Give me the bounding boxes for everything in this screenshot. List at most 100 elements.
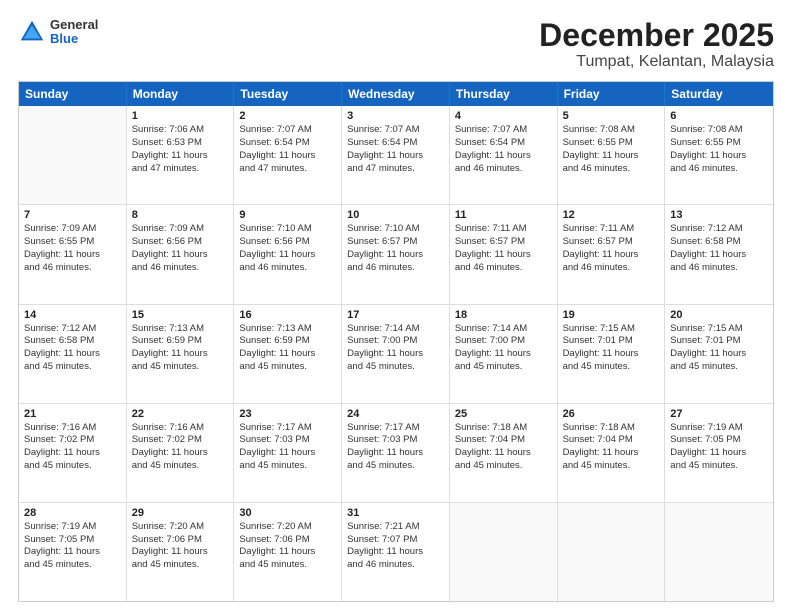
cell-line: Sunrise: 7:11 AM: [455, 223, 552, 236]
cell-line: and 46 minutes.: [563, 262, 660, 275]
header-saturday: Saturday: [665, 82, 773, 106]
cell-line: Sunrise: 7:06 AM: [132, 124, 229, 137]
cell-line: and 45 minutes.: [239, 361, 336, 374]
cell-line: Sunrise: 7:13 AM: [132, 323, 229, 336]
cell-w2-d3: 10Sunrise: 7:10 AMSunset: 6:57 PMDayligh…: [342, 205, 450, 303]
cell-line: Sunrise: 7:15 AM: [670, 323, 768, 336]
cell-w4-d6: 27Sunrise: 7:19 AMSunset: 7:05 PMDayligh…: [665, 404, 773, 502]
cell-line: Sunset: 6:57 PM: [455, 236, 552, 249]
cell-line: Sunset: 6:53 PM: [132, 137, 229, 150]
cell-line: Daylight: 11 hours: [347, 546, 444, 559]
cell-line: and 46 minutes.: [670, 262, 768, 275]
cell-line: Sunset: 6:55 PM: [563, 137, 660, 150]
cell-line: Sunrise: 7:15 AM: [563, 323, 660, 336]
cell-w3-d1: 15Sunrise: 7:13 AMSunset: 6:59 PMDayligh…: [127, 305, 235, 403]
cell-line: Sunrise: 7:21 AM: [347, 521, 444, 534]
cell-line: Sunrise: 7:07 AM: [239, 124, 336, 137]
logo-text: General Blue: [50, 18, 98, 47]
day-number: 30: [239, 507, 336, 519]
cell-w1-d3: 3Sunrise: 7:07 AMSunset: 6:54 PMDaylight…: [342, 106, 450, 204]
cell-line: Sunset: 7:04 PM: [455, 434, 552, 447]
cell-line: and 46 minutes.: [239, 262, 336, 275]
cell-w2-d0: 7Sunrise: 7:09 AMSunset: 6:55 PMDaylight…: [19, 205, 127, 303]
cell-line: Daylight: 11 hours: [132, 150, 229, 163]
cell-line: Daylight: 11 hours: [24, 249, 121, 262]
cell-line: Sunrise: 7:16 AM: [132, 422, 229, 435]
cell-line: Sunrise: 7:16 AM: [24, 422, 121, 435]
cell-line: Sunset: 7:06 PM: [239, 534, 336, 547]
cell-line: Daylight: 11 hours: [455, 348, 552, 361]
cell-line: Daylight: 11 hours: [563, 150, 660, 163]
cell-line: Sunset: 7:07 PM: [347, 534, 444, 547]
cell-line: Sunset: 6:57 PM: [563, 236, 660, 249]
cell-line: and 46 minutes.: [347, 559, 444, 572]
cell-line: and 46 minutes.: [24, 262, 121, 275]
cell-line: Sunrise: 7:08 AM: [563, 124, 660, 137]
day-number: 4: [455, 110, 552, 122]
day-number: 19: [563, 309, 660, 321]
cell-w4-d1: 22Sunrise: 7:16 AMSunset: 7:02 PMDayligh…: [127, 404, 235, 502]
cell-line: Sunrise: 7:20 AM: [132, 521, 229, 534]
day-number: 18: [455, 309, 552, 321]
day-number: 9: [239, 209, 336, 221]
cell-line: Sunrise: 7:10 AM: [239, 223, 336, 236]
cell-line: Sunset: 6:54 PM: [239, 137, 336, 150]
cell-line: Sunset: 6:58 PM: [670, 236, 768, 249]
day-number: 16: [239, 309, 336, 321]
cell-line: Sunrise: 7:12 AM: [24, 323, 121, 336]
cell-line: Daylight: 11 hours: [132, 348, 229, 361]
logo: General Blue: [18, 18, 98, 47]
cell-line: and 45 minutes.: [132, 361, 229, 374]
cell-line: Daylight: 11 hours: [239, 546, 336, 559]
cell-line: Daylight: 11 hours: [670, 249, 768, 262]
day-number: 27: [670, 408, 768, 420]
week-4: 21Sunrise: 7:16 AMSunset: 7:02 PMDayligh…: [19, 404, 773, 503]
cell-line: Sunrise: 7:14 AM: [455, 323, 552, 336]
calendar: Sunday Monday Tuesday Wednesday Thursday…: [18, 81, 774, 602]
cell-line: Daylight: 11 hours: [347, 447, 444, 460]
cell-w4-d4: 25Sunrise: 7:18 AMSunset: 7:04 PMDayligh…: [450, 404, 558, 502]
cell-line: and 45 minutes.: [455, 460, 552, 473]
day-number: 7: [24, 209, 121, 221]
cell-line: Sunrise: 7:14 AM: [347, 323, 444, 336]
cell-line: Daylight: 11 hours: [347, 150, 444, 163]
cell-line: and 45 minutes.: [24, 460, 121, 473]
cell-w2-d1: 8Sunrise: 7:09 AMSunset: 6:56 PMDaylight…: [127, 205, 235, 303]
cell-line: Sunrise: 7:09 AM: [132, 223, 229, 236]
header-friday: Friday: [558, 82, 666, 106]
day-number: 21: [24, 408, 121, 420]
cell-line: and 45 minutes.: [239, 559, 336, 572]
cell-line: and 47 minutes.: [132, 163, 229, 176]
day-number: 25: [455, 408, 552, 420]
cell-line: Daylight: 11 hours: [563, 447, 660, 460]
cell-line: and 45 minutes.: [24, 559, 121, 572]
cell-line: Sunset: 7:01 PM: [670, 335, 768, 348]
cell-line: Sunrise: 7:20 AM: [239, 521, 336, 534]
cell-w5-d3: 31 Sunrise: 7:21 AMSunset: 7:07 PMDayligh…: [342, 503, 450, 601]
cell-line: Sunset: 7:03 PM: [239, 434, 336, 447]
day-number: 20: [670, 309, 768, 321]
cell-line: Sunset: 6:55 PM: [24, 236, 121, 249]
cell-line: Sunset: 7:00 PM: [455, 335, 552, 348]
cell-line: and 47 minutes.: [239, 163, 336, 176]
cell-line: Daylight: 11 hours: [670, 348, 768, 361]
cell-w3-d2: 16Sunrise: 7:13 AMSunset: 6:59 PMDayligh…: [234, 305, 342, 403]
cell-w1-d5: 5Sunrise: 7:08 AMSunset: 6:55 PMDaylight…: [558, 106, 666, 204]
day-number: 11: [455, 209, 552, 221]
cell-line: Sunset: 6:55 PM: [670, 137, 768, 150]
cell-line: Sunrise: 7:07 AM: [347, 124, 444, 137]
day-number: 15: [132, 309, 229, 321]
cell-w4-d0: 21Sunrise: 7:16 AMSunset: 7:02 PMDayligh…: [19, 404, 127, 502]
cell-line: and 45 minutes.: [24, 361, 121, 374]
cell-w5-d6: [665, 503, 773, 601]
cell-w4-d5: 26Sunrise: 7:18 AMSunset: 7:04 PMDayligh…: [558, 404, 666, 502]
day-number: 31: [347, 507, 444, 519]
cell-w1-d0: [19, 106, 127, 204]
cell-line: and 46 minutes.: [455, 163, 552, 176]
cell-line: Daylight: 11 hours: [670, 447, 768, 460]
cell-line: Daylight: 11 hours: [455, 249, 552, 262]
week-3: 14Sunrise: 7:12 AMSunset: 6:58 PMDayligh…: [19, 305, 773, 404]
logo-general: General: [50, 18, 98, 32]
cell-line: Sunrise: 7:11 AM: [563, 223, 660, 236]
day-number: 10: [347, 209, 444, 221]
